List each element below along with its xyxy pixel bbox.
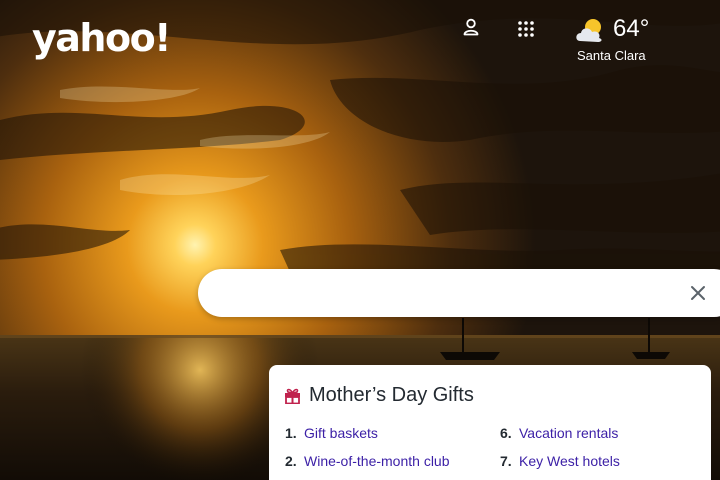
page: yahoo! 64° Santa Clara Mother’s Day Gift…	[0, 0, 720, 480]
trending-item[interactable]: 2. Wine-of-the-month club	[285, 451, 450, 471]
search-box	[198, 269, 720, 319]
temperature: 64°	[613, 15, 650, 42]
trending-header: Mother’s Day Gifts	[284, 383, 474, 407]
grid-icon	[518, 21, 534, 37]
search-input[interactable]	[222, 269, 666, 319]
account-button[interactable]	[458, 14, 484, 40]
partly-cloudy-icon	[576, 19, 602, 42]
trending-item[interactable]: 6. Vacation rentals	[500, 423, 618, 443]
close-icon[interactable]	[688, 283, 708, 303]
trending-title: Mother’s Day Gifts	[309, 384, 474, 406]
trending-item-number: 2.	[285, 453, 297, 469]
weather-location: Santa Clara	[577, 48, 646, 63]
user-icon	[463, 18, 479, 36]
yahoo-logo[interactable]: yahoo!	[32, 16, 172, 60]
trending-item-link[interactable]: Wine-of-the-month club	[304, 453, 450, 469]
apps-button[interactable]	[513, 16, 539, 42]
trending-item-number: 1.	[285, 425, 297, 441]
trending-item[interactable]: 7. Key West hotels	[500, 451, 620, 471]
trending-item-link[interactable]: Gift baskets	[304, 425, 378, 441]
trending-item[interactable]: 1. Gift baskets	[285, 423, 378, 443]
trending-card: Mother’s Day Gifts 1. Gift baskets 2. Wi…	[269, 365, 711, 480]
trending-item-link[interactable]: Key West hotels	[519, 453, 620, 469]
trending-item-link[interactable]: Vacation rentals	[519, 425, 618, 441]
trending-item-number: 6.	[500, 425, 512, 441]
gift-icon	[285, 388, 300, 404]
trending-item-number: 7.	[500, 453, 512, 469]
